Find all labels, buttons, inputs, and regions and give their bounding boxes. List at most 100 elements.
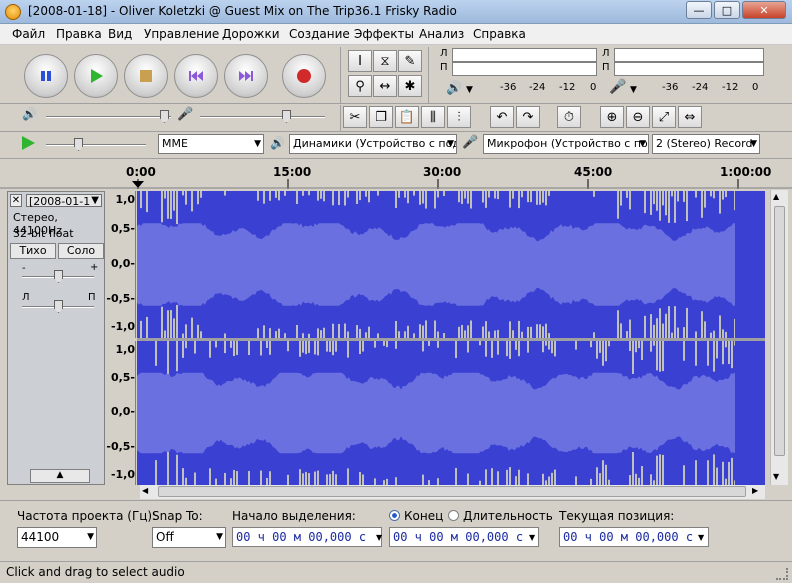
output-volume-slider[interactable] [46,108,171,124]
menu-help[interactable]: Справка [473,27,526,41]
start-format-dropdown[interactable]: ▼ [376,533,382,542]
skip-end-icon [239,71,253,81]
playback-speed-slider[interactable] [46,136,146,152]
stop-button[interactable] [124,54,168,98]
track-gain-slider[interactable] [22,268,94,284]
copy-button[interactable]: ❐ [369,106,393,128]
play-button[interactable] [74,54,118,98]
zoom-in-button[interactable]: ⊕ [600,106,624,128]
meter-tick: 0 [752,82,759,93]
toolbar-area: I ⧖ ✎ ⚲ ↔ ✱ Л П Л П 🔊 ▼ -36 -24 -12 0 🎤 … [0,45,792,157]
minimize-button[interactable]: — [686,1,712,19]
title-bar: [2008-01-18] - Oliver Koletzki @ Guest M… [0,0,792,24]
draw-tool[interactable]: ✎ [398,50,422,72]
end-format-dropdown[interactable]: ▼ [529,533,535,542]
menu-analyze[interactable]: Анализ [419,27,464,41]
end-radio-label: Конец [404,509,444,523]
undo-button[interactable]: ↶ [490,106,514,128]
horizontal-scroll-thumb[interactable] [158,486,746,497]
silence-button[interactable]: ⫶ [447,106,471,128]
fit-selection-button[interactable]: ⤢ [652,106,676,128]
redo-icon: ↷ [522,109,534,125]
length-radio[interactable] [448,510,459,521]
ruler-label: 15:00 [273,165,312,179]
input-device-select[interactable]: Микрофон (Устройство с под ▼ [483,134,649,154]
menu-file[interactable]: Файл [12,27,45,41]
track-bit-depth: 32-bit float [13,227,74,240]
track-pan-slider[interactable] [22,298,94,314]
fit-project-button[interactable]: ⇔ [678,106,702,128]
menu-view[interactable]: Вид [108,27,132,41]
track-name-menu[interactable]: [2008-01-1 ▼ [26,194,102,208]
envelope-tool[interactable]: ⧖ [373,50,397,72]
input-volume-slider[interactable] [200,108,325,124]
collapse-track-button[interactable]: ▲ [30,469,90,483]
record-meter-right [614,62,764,76]
waveform-left-channel[interactable] [137,191,765,338]
speaker-icon: 🔊 [446,81,463,96]
zoom-tool[interactable]: ⚲ [348,75,372,97]
meter-play-dropdown[interactable]: ▼ [466,85,473,95]
zoom-out-icon: ⊖ [632,109,644,125]
scroll-down-icon: ▼ [773,472,780,481]
waveform-right-channel[interactable] [137,341,765,485]
selection-start-field[interactable]: 00 ч 00 м 00,000 с [232,527,382,547]
sync-lock-button[interactable]: ⏱ [557,106,581,128]
mute-button[interactable]: Тихо [10,243,56,259]
channels-select[interactable]: 2 (Stereo) Record ▼ [652,134,760,154]
close-button[interactable]: ✕ [742,1,786,19]
skip-start-button[interactable] [174,54,218,98]
ruler-ticks [0,179,792,189]
timeline-ruler[interactable]: 0:00 15:00 30:00 45:00 1:00:00 [0,158,792,189]
play-at-speed-button[interactable] [20,135,36,154]
pause-button[interactable] [24,54,68,98]
record-button[interactable] [282,54,326,98]
menu-effects[interactable]: Эффекты [354,27,414,41]
skip-end-button[interactable] [224,54,268,98]
host-select[interactable]: MME ▼ [158,134,264,154]
output-device-select[interactable]: Динамики (Устройство с под ▼ [289,134,457,154]
audio-position-field[interactable]: 00 ч 00 м 00,000 с [559,527,709,547]
snap-to-select[interactable]: Off ▼ [152,527,226,548]
multi-tool[interactable]: ✱ [398,75,422,97]
menu-transport[interactable]: Управление [144,27,219,41]
vertical-scrollbar[interactable]: ▲ ▼ [770,190,788,485]
menu-edit[interactable]: Правка [56,27,102,41]
amplitude-scale-right: 1,0 0,5- 0,0- -0,5- -1,0 [106,341,136,485]
vertical-scroll-thumb[interactable] [774,206,785,456]
cut-button[interactable]: ✂ [343,106,367,128]
fit-selection-icon: ⤢ [658,109,670,125]
position-format-dropdown[interactable]: ▼ [698,533,704,542]
maximize-button[interactable]: □ [714,1,740,19]
trim-button[interactable]: ⫼ [421,106,445,128]
end-radio[interactable] [389,510,400,521]
copy-icon: ❐ [375,109,387,125]
play-icon [22,136,35,150]
zoom-out-button[interactable]: ⊖ [626,106,650,128]
meter-rec-dropdown[interactable]: ▼ [630,85,637,95]
selection-tool[interactable]: I [348,50,372,72]
envelope-icon: ⧖ [380,53,390,69]
silence-icon: ⫶ [457,109,461,125]
selection-end-field[interactable]: 00 ч 00 м 00,000 с [389,527,539,547]
resize-grip[interactable] [776,568,788,580]
scale-label: 1,0 [115,193,136,206]
length-radio-label: Длительность [463,509,553,523]
scale-label: 0,0- [110,257,135,270]
menu-generate[interactable]: Создание [289,27,350,41]
meter-tick: -24 [692,82,709,93]
horizontal-scrollbar[interactable]: ◀ ▶ [140,485,765,499]
amplitude-scale-left: 1,0 0,5- 0,0- -0,5- -1,0 [106,191,136,338]
paste-button[interactable]: 📋 [395,106,419,128]
pencil-icon: ✎ [404,53,416,69]
solo-button[interactable]: Соло [58,243,104,259]
scale-label: -1,0 [110,468,135,481]
redo-button[interactable]: ↷ [516,106,540,128]
project-rate-select[interactable]: 44100 ▼ [17,527,97,548]
timeshift-tool[interactable]: ↔ [373,75,397,97]
track-close-button[interactable]: ✕ [10,194,22,207]
record-icon [297,69,311,83]
paste-icon: 📋 [398,109,416,125]
record-meter-left [614,48,764,62]
menu-tracks[interactable]: Дорожки [222,27,280,41]
